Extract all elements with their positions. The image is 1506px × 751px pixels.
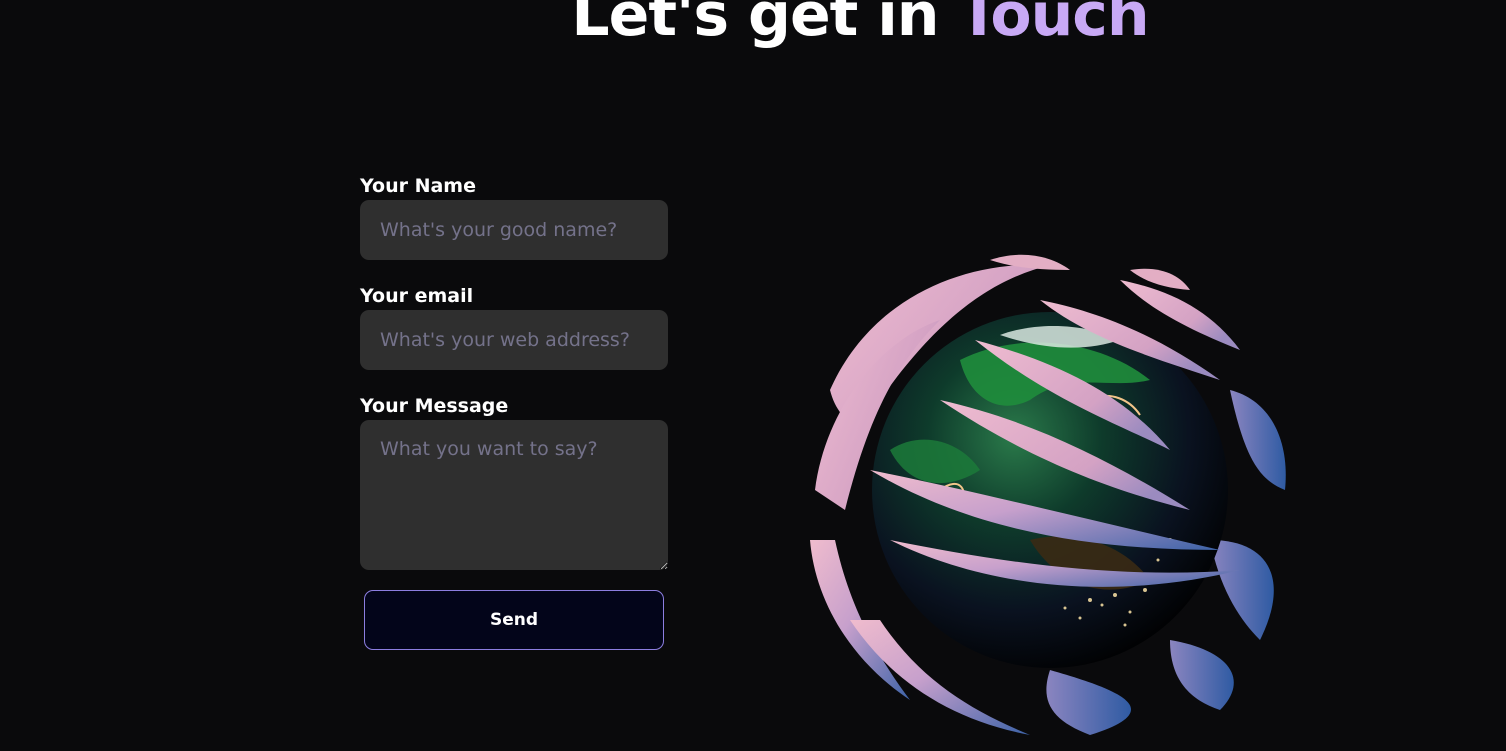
contact-form: Your Name Your email Your Message Send xyxy=(360,170,668,650)
name-input[interactable] xyxy=(360,200,668,260)
earth-globe-icon xyxy=(810,254,1286,735)
email-input[interactable] xyxy=(360,310,668,370)
message-label: Your Message xyxy=(360,395,509,417)
name-label: Your Name xyxy=(360,175,476,197)
earth-globe-illustration xyxy=(790,240,1310,751)
send-button[interactable]: Send xyxy=(364,590,664,650)
page-title-lead: Let's get in xyxy=(571,0,959,50)
page-title-accent: Touch xyxy=(958,0,1149,50)
message-textarea[interactable] xyxy=(360,420,668,570)
page-title: Let's get in Touch xyxy=(0,0,1506,52)
email-label: Your email xyxy=(360,285,474,307)
